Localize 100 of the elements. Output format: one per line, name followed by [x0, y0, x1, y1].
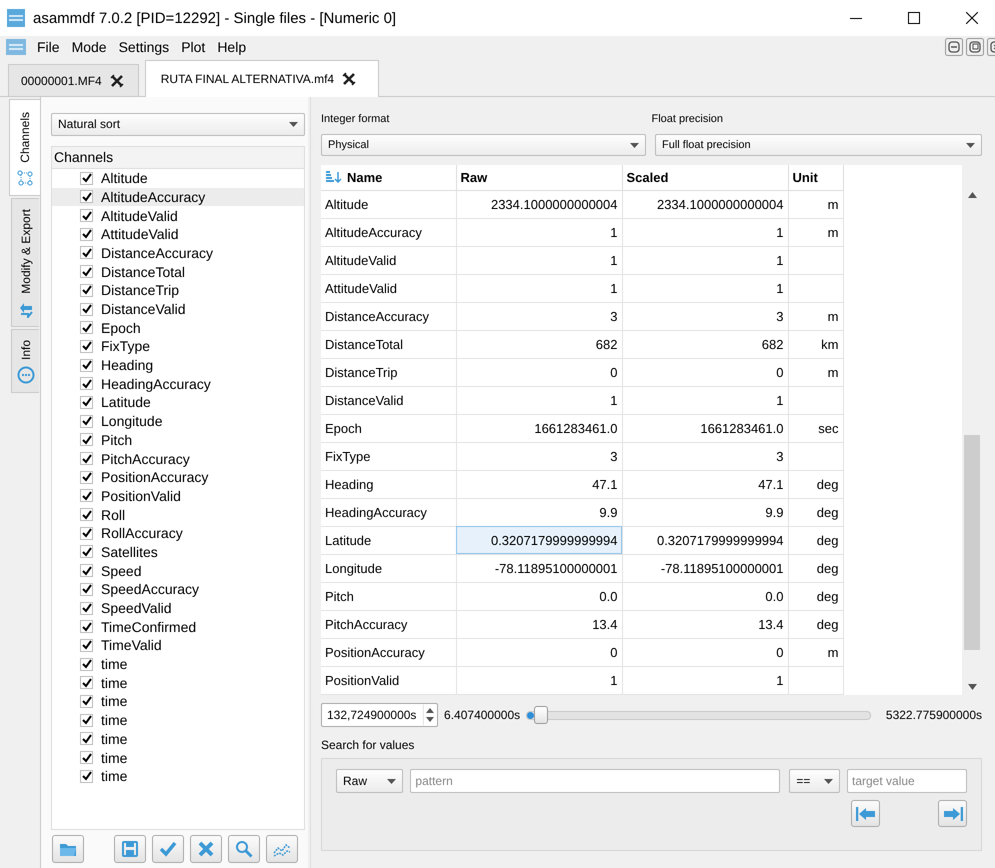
- checkbox[interactable]: [80, 582, 93, 596]
- scrollbar-thumb[interactable]: [964, 435, 980, 650]
- channel-item[interactable]: Speed: [52, 561, 304, 580]
- check-all-button[interactable]: [152, 835, 184, 863]
- table-cell[interactable]: 2334.1000000000004: [456, 190, 622, 218]
- table-cell[interactable]: 47.1: [456, 470, 622, 498]
- float-precision-dropdown[interactable]: Full float precision: [655, 134, 982, 156]
- table-cell[interactable]: 1: [456, 218, 622, 246]
- menu-item[interactable]: Mode: [66, 39, 113, 55]
- channel-item[interactable]: Roll: [52, 505, 304, 524]
- scroll-down-icon[interactable]: [968, 684, 976, 690]
- table-cell[interactable]: 1661283461.0: [456, 414, 622, 442]
- checkbox[interactable]: [80, 452, 93, 466]
- maximize-icon[interactable]: [908, 12, 920, 24]
- next-match-button[interactable]: [938, 800, 967, 827]
- close-icon[interactable]: [966, 12, 978, 24]
- channel-item[interactable]: time: [52, 673, 304, 692]
- column-header[interactable]: Unit: [788, 165, 843, 190]
- save-button[interactable]: [114, 835, 146, 863]
- channel-item[interactable]: SpeedAccuracy: [52, 580, 304, 599]
- table-cell[interactable]: 0: [456, 638, 622, 666]
- checkbox[interactable]: [80, 676, 93, 690]
- menu-item[interactable]: Plot: [175, 39, 212, 55]
- checkbox[interactable]: [80, 602, 93, 615]
- table-cell[interactable]: 0.0: [456, 582, 622, 610]
- channel-item[interactable]: RollAccuracy: [52, 524, 304, 543]
- channel-item[interactable]: Epoch: [52, 318, 304, 338]
- target-value-field[interactable]: target value: [847, 769, 967, 793]
- table-cell[interactable]: 3: [456, 302, 622, 330]
- restore-icon[interactable]: [966, 38, 984, 56]
- channel-item[interactable]: AltitudeValid: [52, 206, 304, 225]
- checkbox[interactable]: [80, 638, 93, 652]
- checkbox[interactable]: [80, 340, 93, 353]
- pattern-field[interactable]: pattern: [410, 769, 780, 793]
- checkbox[interactable]: [80, 508, 93, 522]
- table-cell[interactable]: 1: [456, 246, 622, 274]
- channel-item[interactable]: time: [52, 654, 304, 674]
- menu-item[interactable]: File: [31, 39, 66, 55]
- menu-item[interactable]: Settings: [112, 39, 176, 55]
- channel-item[interactable]: TimeConfirmed: [52, 617, 304, 636]
- checkbox[interactable]: [80, 172, 93, 185]
- table-cell[interactable]: 682: [456, 330, 622, 358]
- checkbox[interactable]: [80, 694, 93, 708]
- checkbox[interactable]: [80, 377, 93, 390]
- channel-item[interactable]: PitchAccuracy: [52, 449, 304, 468]
- checkbox[interactable]: [80, 658, 93, 671]
- channel-item[interactable]: time: [52, 748, 304, 767]
- channel-item[interactable]: PositionValid: [52, 486, 304, 506]
- checkbox[interactable]: [80, 265, 93, 278]
- side-tab[interactable]: Modify & Export: [11, 198, 39, 327]
- slider-handle[interactable]: [534, 706, 548, 724]
- search-button[interactable]: [228, 835, 260, 863]
- channel-item[interactable]: DistanceValid: [52, 300, 304, 318]
- operator-dropdown[interactable]: ==: [789, 769, 840, 793]
- file-tab[interactable]: 00000001.MF4: [8, 64, 139, 96]
- table-cell[interactable]: 0: [456, 358, 622, 386]
- channel-item[interactable]: Satellites: [52, 542, 304, 562]
- checkbox[interactable]: [80, 751, 93, 764]
- close-icon[interactable]: [342, 72, 356, 86]
- file-tab[interactable]: RUTA FINAL ALTERNATIVA.mf4: [144, 60, 380, 97]
- checkbox[interactable]: [80, 228, 93, 241]
- checkbox[interactable]: [80, 414, 93, 428]
- column-header[interactable]: Raw: [456, 165, 622, 190]
- table-cell[interactable]: 1: [456, 666, 622, 694]
- channel-item[interactable]: Longitude: [52, 412, 304, 430]
- checkbox[interactable]: [80, 470, 93, 484]
- checkbox[interactable]: [80, 246, 93, 260]
- table-cell[interactable]: 3: [456, 442, 622, 470]
- checkbox[interactable]: [80, 564, 93, 578]
- channel-item[interactable]: DistanceAccuracy: [52, 244, 304, 262]
- channel-item[interactable]: Heading: [52, 356, 304, 374]
- minimize-icon[interactable]: [945, 38, 963, 56]
- channel-item[interactable]: Altitude: [52, 168, 304, 188]
- checkbox[interactable]: [80, 526, 93, 540]
- table-cell[interactable]: 1: [456, 386, 622, 414]
- checkbox[interactable]: [80, 358, 93, 372]
- table-cell[interactable]: -78.11895100000001: [456, 554, 622, 582]
- channel-item[interactable]: time: [52, 710, 304, 730]
- scroll-up-icon[interactable]: [968, 192, 976, 198]
- checkbox[interactable]: [80, 433, 93, 446]
- channel-item[interactable]: time: [52, 692, 304, 711]
- checkbox[interactable]: [80, 396, 93, 409]
- checkbox[interactable]: [80, 302, 93, 316]
- previous-match-button[interactable]: [851, 800, 880, 827]
- uncheck-all-button[interactable]: [190, 835, 222, 863]
- channel-item[interactable]: time: [52, 730, 304, 748]
- sort-dropdown[interactable]: Natural sort: [51, 113, 305, 136]
- channel-item[interactable]: time: [52, 766, 304, 786]
- menu-item[interactable]: Help: [211, 39, 252, 55]
- checkbox[interactable]: [80, 190, 93, 204]
- checkbox[interactable]: [80, 714, 93, 727]
- channel-item[interactable]: AttitudeValid: [52, 224, 304, 244]
- side-tab[interactable]: Channels: [9, 99, 40, 196]
- table-cell[interactable]: 1: [456, 274, 622, 302]
- table-cell[interactable]: 13.4: [456, 610, 622, 638]
- column-header[interactable]: Name: [321, 165, 456, 190]
- close-icon[interactable]: [110, 74, 124, 88]
- open-button[interactable]: [52, 835, 84, 863]
- time-spinbox[interactable]: 132,724900000s: [321, 703, 438, 727]
- plot-button[interactable]: [266, 835, 298, 863]
